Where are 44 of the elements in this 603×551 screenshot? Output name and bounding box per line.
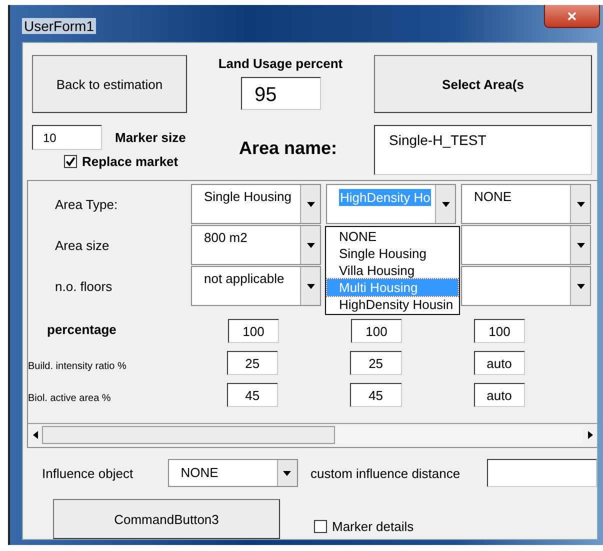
- close-button[interactable]: ✕: [544, 5, 600, 28]
- percentage-field[interactable]: 100: [474, 319, 526, 343]
- combo-box[interactable]: not applicable: [191, 266, 321, 306]
- combo-box[interactable]: 800 m2: [191, 225, 321, 265]
- ratio-field[interactable]: auto: [474, 383, 525, 407]
- field-label: Land Usage percent: [218, 56, 343, 71]
- checkbox-label: Replace market: [82, 154, 178, 169]
- command-button[interactable]: CommandButton3: [53, 499, 280, 539]
- dropdown-item[interactable]: NONE: [327, 228, 458, 245]
- row-label: n.o. floors: [54, 278, 114, 296]
- marker-size-field[interactable]: 10: [32, 125, 102, 150]
- combo-box[interactable]: Single Housing: [191, 184, 321, 224]
- ratio-field[interactable]: 45: [350, 383, 402, 407]
- field-label: custom influence distance: [310, 466, 462, 480]
- ratio-field[interactable]: 25: [226, 351, 278, 375]
- horizontal-scrollbar[interactable]: [28, 423, 597, 446]
- combo-box[interactable]: NONE: [461, 184, 591, 224]
- row-label: Build. intensity ratio %: [28, 360, 128, 372]
- window-title: UserForm1: [22, 18, 96, 34]
- dropdown-item[interactable]: Single Housing: [327, 245, 458, 262]
- land-usage-field[interactable]: 95: [240, 77, 320, 110]
- row-label: percentage: [46, 322, 118, 336]
- select-area-button[interactable]: Select Area(s: [374, 55, 592, 113]
- area-name-field[interactable]: Single-H_TEST: [374, 125, 592, 175]
- checkbox[interactable]: [314, 520, 327, 532]
- ratio-field[interactable]: 25: [350, 351, 402, 375]
- percentage-field[interactable]: 100: [228, 319, 280, 343]
- field-label: Marker size: [115, 130, 186, 145]
- combo-box[interactable]: NONE: [168, 459, 298, 487]
- ratio-field[interactable]: 45: [226, 383, 278, 407]
- row-label: Area size: [54, 237, 110, 255]
- field-label: Area name:: [239, 138, 338, 160]
- dropdown-item[interactable]: HighDensity Housin: [327, 296, 458, 313]
- dropdown-item[interactable]: Villa Housing: [327, 262, 458, 279]
- row-label: Area Type:: [54, 196, 119, 214]
- distance-field[interactable]: [487, 459, 597, 487]
- percentage-field[interactable]: 100: [351, 319, 402, 343]
- checkbox-label: Marker details: [332, 518, 414, 534]
- row-label: Biol. active area %: [28, 392, 112, 404]
- scrollbar-thumb[interactable]: [42, 426, 335, 444]
- back-button[interactable]: Back to estimation: [32, 55, 187, 113]
- checkbox[interactable]: [64, 155, 77, 168]
- field-label: Influence object: [41, 466, 134, 480]
- ratio-field[interactable]: auto: [474, 351, 525, 375]
